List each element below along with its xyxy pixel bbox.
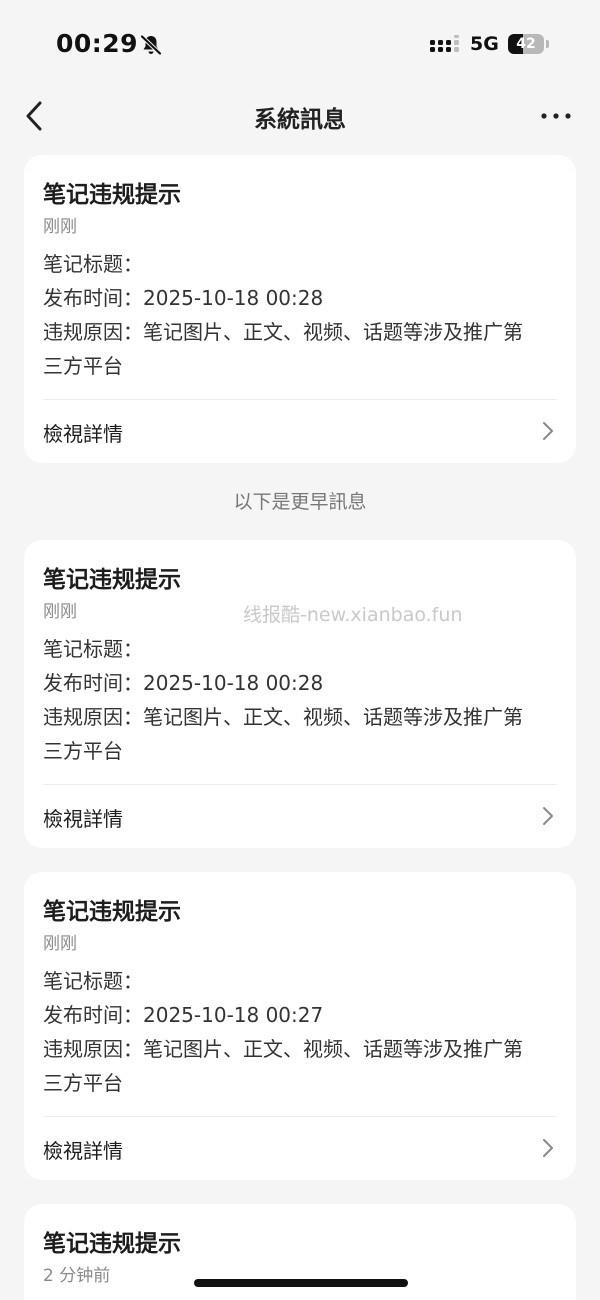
violation-reason-line: 三方平台 bbox=[43, 739, 123, 763]
nav-bar: 系統訊息 bbox=[0, 88, 600, 144]
message-card: 笔记违规提示 刚刚 笔记标题： 发布时间：2025-10-18 00:28 违规… bbox=[24, 155, 576, 463]
card-time: 刚刚 bbox=[43, 934, 77, 954]
card-title: 笔记违规提示 bbox=[43, 182, 181, 208]
chevron-right-icon bbox=[543, 422, 553, 440]
card-title: 笔记违规提示 bbox=[43, 899, 181, 925]
card-title: 笔记违规提示 bbox=[43, 1231, 181, 1257]
screen: 00:29 5G 42 系統訊息 笔记违规提示 刚刚 笔记标题： 发布时间：20… bbox=[0, 0, 600, 1300]
more-button[interactable] bbox=[536, 104, 576, 128]
message-card: 笔记违规提示 刚刚 笔记标题： 发布时间：2025-10-18 00:28 违规… bbox=[24, 540, 576, 848]
section-divider-label: 以下是更早訊息 bbox=[233, 491, 367, 513]
status-bar: 00:29 5G 42 bbox=[0, 0, 600, 88]
view-details-label: 檢視詳情 bbox=[43, 422, 123, 446]
network-label: 5G bbox=[470, 33, 499, 55]
watermark-text: 线报酷-new.xianbao.fun bbox=[243, 604, 463, 626]
view-details-label: 檢視詳情 bbox=[43, 807, 123, 831]
card-time: 2 分钟前 bbox=[43, 1266, 111, 1286]
signal-icon bbox=[430, 35, 459, 52]
chevron-right-icon bbox=[543, 807, 553, 825]
note-title-line: 笔记标题： bbox=[43, 637, 143, 661]
bell-slash-icon bbox=[140, 35, 162, 55]
message-card: 笔记违规提示 刚刚 笔记标题： 发布时间：2025-10-18 00:27 违规… bbox=[24, 872, 576, 1180]
battery-cap bbox=[546, 40, 549, 48]
publish-time-line: 发布时间：2025-10-18 00:27 bbox=[43, 1003, 324, 1027]
violation-reason-line: 三方平台 bbox=[43, 1071, 123, 1095]
card-body: 笔记标题： 发布时间：2025-10-18 00:28 违规原因：笔记图片、正文… bbox=[43, 247, 559, 383]
battery-level: 42 bbox=[516, 36, 536, 52]
status-time: 00:29 bbox=[56, 29, 139, 58]
card-time: 刚刚 bbox=[43, 217, 77, 237]
battery-indicator: 42 bbox=[508, 34, 544, 54]
chevron-right-icon bbox=[543, 1139, 553, 1157]
publish-time-line: 发布时间：2025-10-18 00:28 bbox=[43, 671, 324, 695]
card-title: 笔记违规提示 bbox=[43, 567, 181, 593]
home-indicator[interactable] bbox=[194, 1279, 408, 1287]
view-details-button[interactable]: 檢視詳情 bbox=[24, 785, 576, 847]
view-details-button[interactable]: 檢視詳情 bbox=[24, 1117, 576, 1179]
publish-time-line: 发布时间：2025-10-18 00:28 bbox=[43, 286, 324, 310]
note-title-line: 笔记标题： bbox=[43, 252, 143, 276]
view-details-button[interactable]: 檢視詳情 bbox=[24, 400, 576, 462]
violation-reason-line: 违规原因：笔记图片、正文、视频、话题等涉及推广第 bbox=[43, 320, 523, 344]
card-time: 刚刚 bbox=[43, 602, 77, 622]
page-title: 系統訊息 bbox=[254, 107, 346, 133]
note-title-line: 笔记标题： bbox=[43, 969, 143, 993]
view-details-label: 檢視詳情 bbox=[43, 1139, 123, 1163]
card-body: 笔记标题： 发布时间：2025-10-18 00:27 违规原因：笔记图片、正文… bbox=[43, 964, 559, 1100]
card-body: 笔记标题： 发布时间：2025-10-18 00:28 违规原因：笔记图片、正文… bbox=[43, 632, 559, 768]
violation-reason-line: 三方平台 bbox=[43, 354, 123, 378]
violation-reason-line: 违规原因：笔记图片、正文、视频、话题等涉及推广第 bbox=[43, 1037, 523, 1061]
violation-reason-line: 违规原因：笔记图片、正文、视频、话题等涉及推广第 bbox=[43, 705, 523, 729]
